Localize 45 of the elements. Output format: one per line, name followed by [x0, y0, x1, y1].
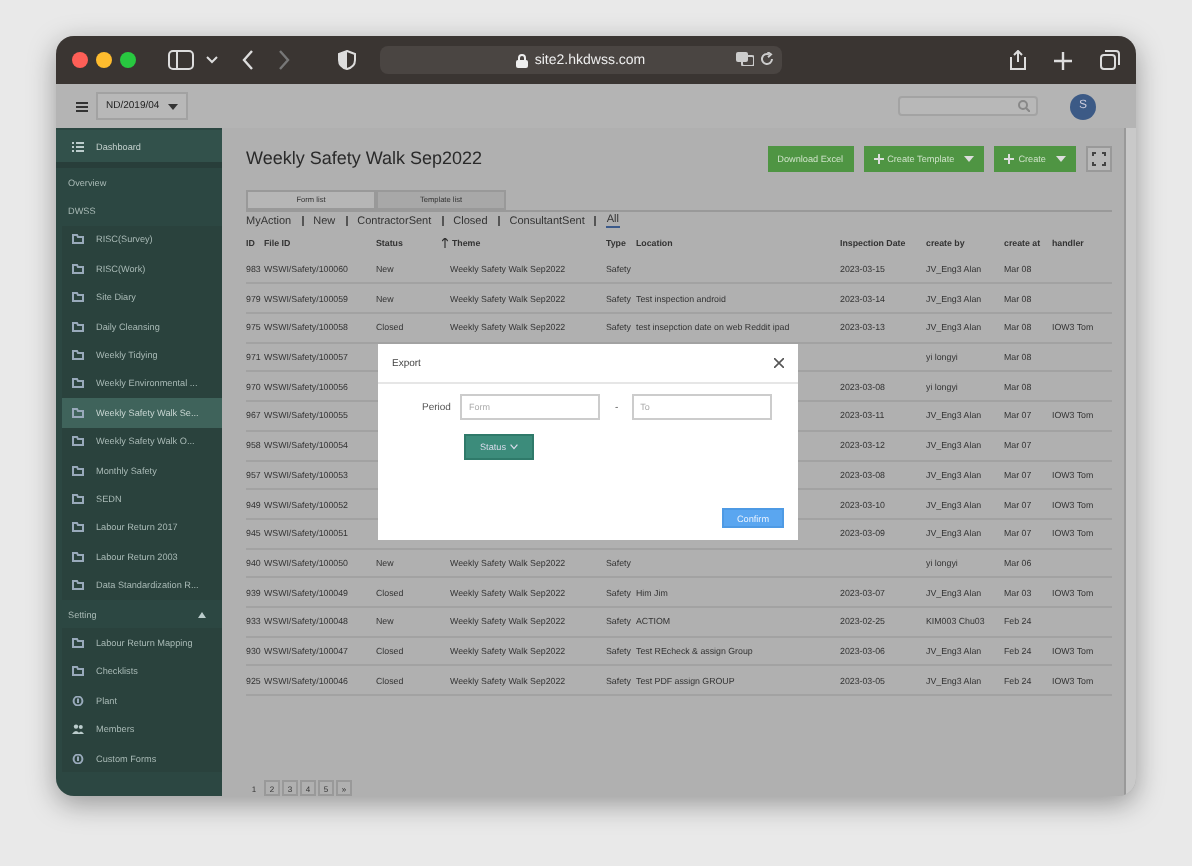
translate-icon[interactable] [736, 52, 754, 66]
caret-icon [964, 155, 975, 162]
sort-icon [442, 238, 448, 249]
fullscreen-icon[interactable] [1086, 145, 1112, 172]
tabs-icon[interactable] [1100, 50, 1120, 70]
info-icon [72, 753, 84, 763]
folder-icon [72, 465, 84, 476]
folder-icon [72, 321, 84, 332]
chevron-down-icon[interactable] [206, 56, 218, 64]
folder-icon [72, 580, 84, 591]
folder-icon [72, 522, 84, 533]
caret-icon[interactable] [198, 611, 206, 618]
folder-icon [72, 263, 84, 274]
plus-icon[interactable] [1054, 51, 1072, 69]
page-title: Weekly Safety Walk Sep2022 [246, 148, 483, 169]
folder-icon [72, 292, 84, 303]
folder-icon [72, 666, 84, 677]
menu-icon[interactable] [76, 101, 88, 111]
scrollbar[interactable] [1124, 128, 1136, 796]
folder-icon [72, 551, 84, 562]
folder-icon [72, 407, 84, 418]
search-icon [1018, 100, 1030, 112]
lock-icon [516, 53, 529, 67]
reload-icon[interactable] [760, 52, 774, 66]
plus-icon [873, 153, 884, 164]
shield-icon[interactable] [338, 50, 356, 70]
search-field[interactable] [898, 96, 1038, 116]
back-icon[interactable] [242, 50, 254, 70]
folder-icon [72, 378, 84, 389]
folder-icon [72, 350, 84, 361]
share-icon[interactable] [1010, 50, 1026, 70]
list-icon [72, 141, 84, 151]
chevron-down-icon [510, 444, 519, 450]
caret-icon [1056, 155, 1066, 162]
plus-icon [1004, 153, 1015, 164]
folder-icon [72, 493, 84, 504]
close-icon[interactable] [774, 358, 784, 368]
forward-icon[interactable] [278, 50, 290, 70]
sidebar-toggle-icon[interactable] [168, 50, 194, 70]
folder-icon [72, 436, 84, 447]
folder-icon [72, 637, 84, 648]
folder-icon [72, 234, 84, 245]
info-icon [72, 695, 84, 706]
people-icon [72, 724, 84, 735]
caret-icon [167, 103, 178, 109]
